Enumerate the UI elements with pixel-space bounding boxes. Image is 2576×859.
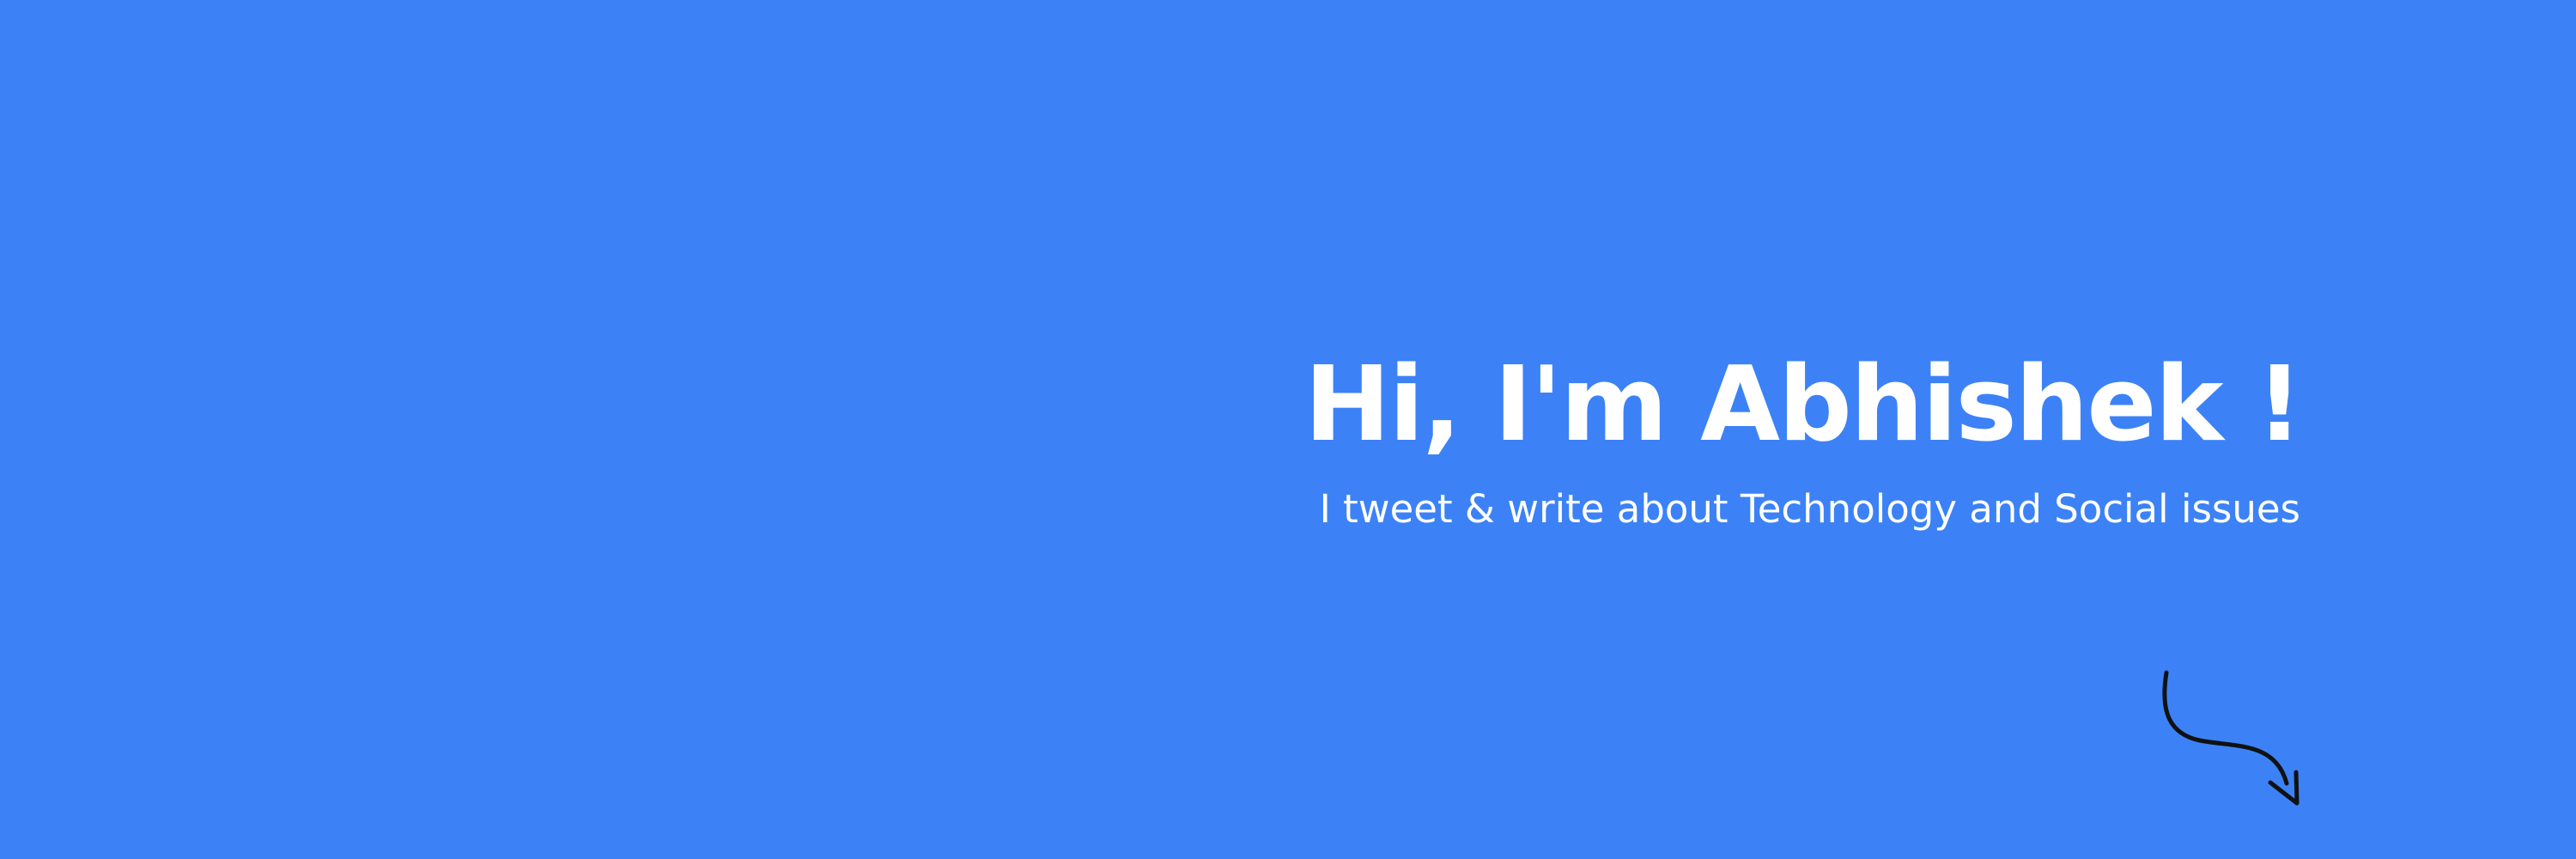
profile-banner: Hi, I'm Abhishek ! I tweet & write about… <box>0 0 2576 859</box>
headline: Hi, I'm Abhishek ! <box>1303 345 2303 465</box>
curved-arrow-down-right-icon <box>2162 670 2300 806</box>
tagline: I tweet & write about Technology and Soc… <box>1319 486 2300 532</box>
